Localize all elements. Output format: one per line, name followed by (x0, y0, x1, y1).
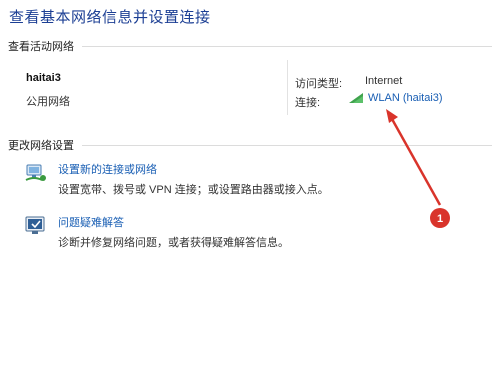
annotation-arrow (390, 118, 442, 206)
annotation-marker-label: 1 (437, 213, 443, 225)
annotation-overlay: 1 (386, 109, 450, 228)
annotation-arrowhead (386, 109, 398, 123)
